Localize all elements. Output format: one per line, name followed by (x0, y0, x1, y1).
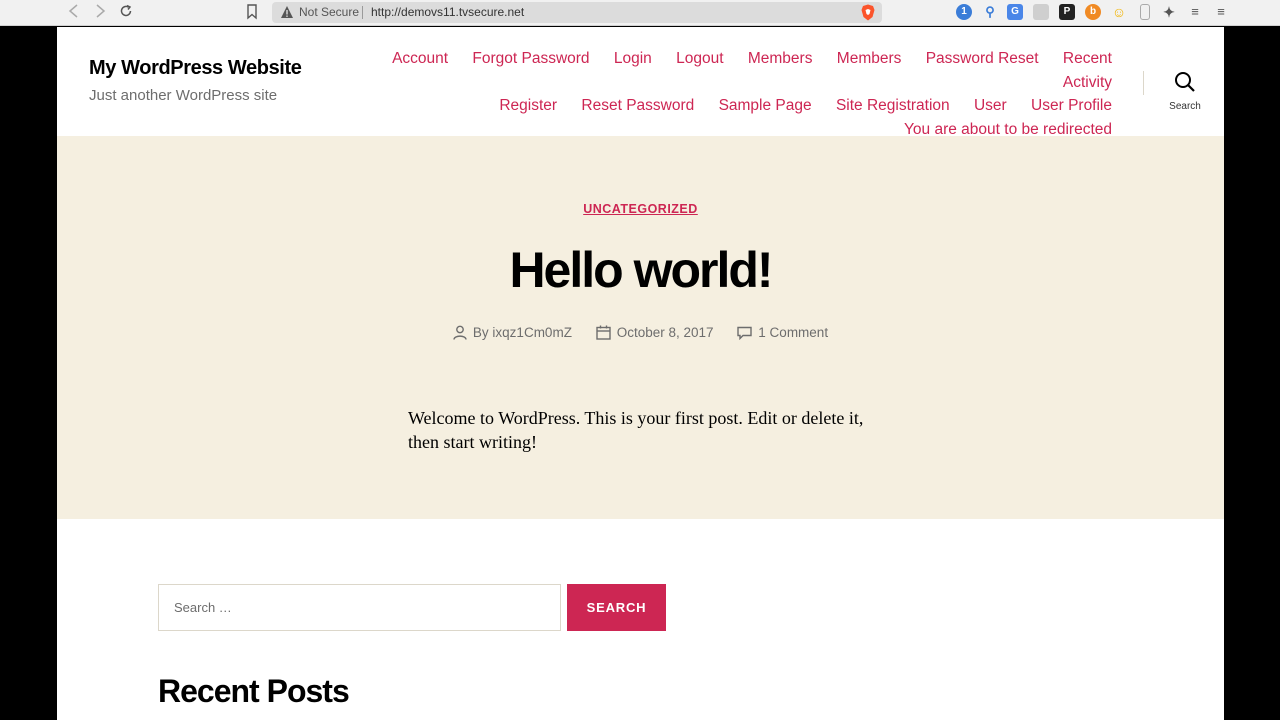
search-toggle-button[interactable]: Search (1165, 69, 1205, 113)
post-excerpt: Welcome to WordPress. This is your first… (408, 408, 864, 452)
search-icon (1175, 72, 1195, 92)
forward-arrow-icon[interactable] (91, 4, 109, 22)
brave-shield-icon[interactable] (860, 4, 876, 21)
menu-item-user[interactable]: User (974, 97, 1007, 114)
menu-item-members-2[interactable]: Members (837, 50, 902, 67)
date-link[interactable]: October 8, 2017 (617, 325, 714, 340)
warning-icon (280, 5, 294, 19)
reading-list-icon[interactable]: ≡ (1187, 4, 1203, 20)
menu-item-members[interactable]: Members (748, 50, 813, 67)
address-bar[interactable]: Not Secure http://demovs11.tvsecure.net (272, 2, 882, 23)
menu-item-site-registration[interactable]: Site Registration (836, 97, 950, 114)
category-link[interactable]: UNCATEGORIZED (583, 202, 698, 216)
author-link[interactable]: By ixqz1Cm0mZ (473, 325, 572, 340)
calendar-icon (596, 325, 611, 340)
search-input[interactable] (158, 584, 561, 631)
webpage: My WordPress Website Just another WordPr… (57, 27, 1224, 720)
post-title[interactable]: Hello world! (57, 241, 1224, 299)
reload-icon[interactable] (117, 4, 135, 22)
menu-item-forgot-password[interactable]: Forgot Password (472, 50, 589, 67)
b-icon[interactable]: b (1085, 4, 1101, 20)
post-header: UNCATEGORIZED Hello world! By ixqz1Cm0mZ… (57, 136, 1224, 519)
user-icon (453, 325, 467, 340)
recent-posts-heading: Recent Posts (158, 673, 350, 709)
menu-row: Register Reset Password Sample Page Site… (352, 94, 1112, 118)
site-tagline: Just another WordPress site (89, 87, 278, 104)
comments-link[interactable]: 1 Comment (758, 325, 828, 340)
extensions-icon[interactable]: ✦ (1161, 4, 1177, 20)
puzzle-icon[interactable] (1033, 4, 1049, 20)
menu-item-account[interactable]: Account (392, 50, 448, 67)
back-arrow-icon[interactable] (65, 4, 83, 22)
header-divider (1143, 71, 1144, 95)
post-date: October 8, 2017 (596, 325, 714, 340)
emoji-icon[interactable]: ☺ (1111, 4, 1127, 20)
menu-item-reset-password[interactable]: Reset Password (581, 97, 694, 114)
address-separator (362, 6, 363, 19)
menu-item-register[interactable]: Register (499, 97, 557, 114)
post-comments: 1 Comment (737, 325, 828, 341)
menu-item-sample-page[interactable]: Sample Page (719, 97, 812, 114)
search-button[interactable]: SEARCH (567, 584, 666, 631)
comment-icon (737, 326, 752, 341)
post-category: UNCATEGORIZED (57, 200, 1224, 218)
post-meta: By ixqz1Cm0mZ October 8, 2017 1 Comment (57, 324, 1224, 341)
security-label: Not Secure (299, 5, 360, 19)
key-icon[interactable]: ⚲ (982, 4, 998, 20)
onepassword-icon[interactable]: 1 (956, 4, 972, 20)
menu-row: Account Forgot Password Login Logout Mem… (352, 47, 1112, 94)
menu-item-login[interactable]: Login (614, 50, 652, 67)
menu-item-password-reset[interactable]: Password Reset (926, 50, 1039, 67)
menu-item-redirect[interactable]: You are about to be redirected (904, 121, 1112, 138)
browser-toolbar: Not Secure http://demovs11.tvsecure.net … (0, 0, 1280, 26)
p-icon[interactable]: P (1059, 4, 1075, 20)
translate-icon[interactable]: G (1007, 4, 1023, 20)
menu-item-recent-activity[interactable]: Recent Activity (1063, 50, 1112, 91)
menu-item-logout[interactable]: Logout (676, 50, 723, 67)
post-author: By ixqz1Cm0mZ (453, 325, 572, 340)
url-text[interactable]: http://demovs11.tvsecure.net (371, 5, 524, 19)
menu-icon[interactable]: ≡ (1213, 4, 1229, 20)
menu-item-user-profile[interactable]: User Profile (1031, 97, 1112, 114)
site-title[interactable]: My WordPress Website (89, 57, 302, 80)
bookmark-icon[interactable] (246, 4, 262, 22)
search-toggle-label: Search (1169, 101, 1201, 112)
primary-menu: Account Forgot Password Login Logout Mem… (352, 47, 1112, 141)
phone-icon[interactable] (1140, 4, 1150, 20)
